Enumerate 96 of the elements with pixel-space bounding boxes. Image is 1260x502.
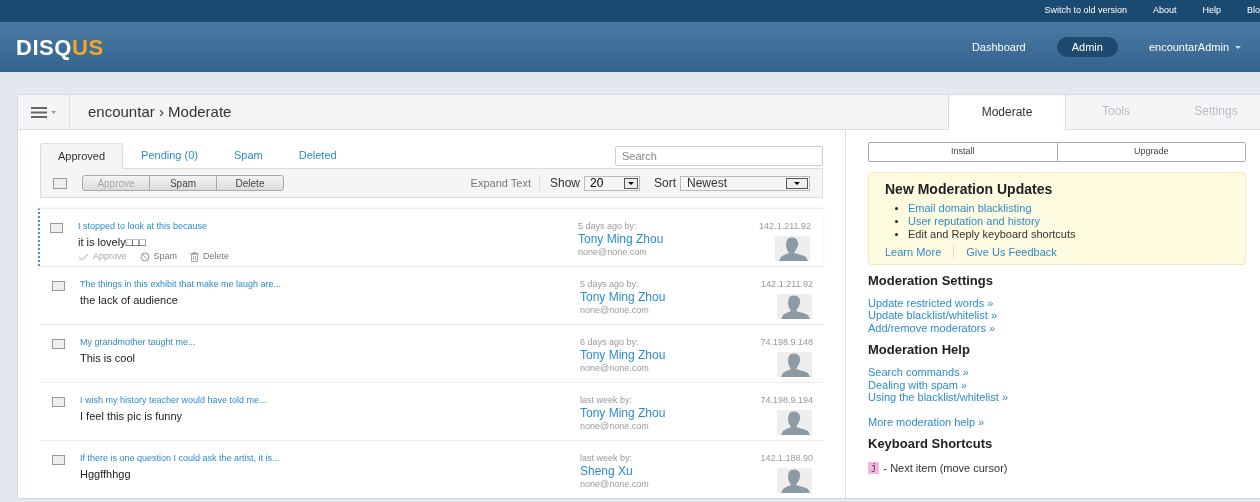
breadcrumb: encountar › Moderate — [87, 101, 233, 122]
comment-row[interactable]: My grandmother taught me... This is cool 6 days ago by: Tony Ming Zhou none@none.com 74.198.9.148 — [40, 324, 823, 382]
nav-link[interactable]: Admin — [1056, 36, 1118, 58]
feedback-link[interactable]: Give Us Feedback — [966, 244, 1057, 261]
update-link[interactable]: User reputation and history — [908, 215, 1041, 228]
ip-address: 74.198.9.148 — [760, 336, 813, 348]
show-dropdown[interactable]: 20 — [584, 175, 640, 191]
comment-checkbox[interactable] — [52, 455, 65, 465]
settings-link[interactable]: Update restricted words » — [868, 296, 994, 309]
menu-icon — [31, 106, 47, 118]
section-heading: Keyboard Shortcuts — [868, 436, 994, 452]
comment-text: the lack of audience — [80, 294, 179, 307]
settings-link[interactable]: Dealing with spam » — [868, 378, 968, 391]
spam-action-link[interactable]: Spam — [139, 250, 178, 264]
bulk-action-button[interactable]: Spam — [149, 175, 217, 191]
section-heading: Moderation Help — [868, 342, 971, 358]
settings-link[interactable]: More moderation help » — [868, 415, 985, 428]
avatar-silhouette-icon — [777, 352, 812, 377]
comment-time: last week by: — [580, 452, 634, 464]
comment-title-link[interactable]: My grandmother taught me... — [80, 336, 580, 348]
top-link[interactable]: Switch to old version — [1044, 4, 1127, 18]
settings-link[interactable]: Search commands » — [868, 366, 969, 379]
comment-row[interactable]: I wish my history teacher would have told me... I feel this pic is funny last week by: Tony Ming Zhou none@none.com 74.198.9.194 — [40, 382, 823, 440]
update-text: Edit and Reply keyboard shortcuts — [908, 228, 1076, 241]
ip-address: 142.1.188.90 — [760, 452, 813, 464]
update-link[interactable]: Email domain blacklisting — [908, 202, 1032, 215]
feedback-link[interactable]: Learn More — [885, 244, 942, 261]
avatar-silhouette-icon — [777, 468, 812, 493]
show-label: Show — [549, 175, 580, 192]
avatar-silhouette-icon — [775, 236, 810, 261]
select-all-checkbox[interactable] — [53, 177, 67, 189]
comment-checkbox[interactable] — [50, 223, 63, 233]
author-link[interactable]: Tony Ming Zhou — [578, 232, 738, 247]
settings-link[interactable]: Using the blacklist/whitelist » — [868, 391, 1008, 404]
comment-checkbox[interactable] — [52, 339, 65, 349]
bullet-icon — [895, 207, 898, 210]
expand-text-link[interactable]: Expand Text — [470, 174, 540, 192]
comment-row[interactable]: The things in this exhibit that make me laugh are... the lack of audience 5 days ago by: Tony Ming Zhou none@none.com 142.1.211.92 — [40, 266, 823, 324]
updates-title: New Moderation Updates — [885, 180, 1054, 198]
section-heading: Moderation Settings — [868, 272, 994, 289]
disqus-logo[interactable]: DISQUS — [16, 30, 104, 64]
nav-link[interactable]: Dashboard — [970, 38, 1027, 56]
top-link[interactable]: About — [1152, 4, 1177, 18]
delete-action-link[interactable]: Delete — [190, 250, 230, 264]
author-email: none@none.com — [580, 363, 650, 373]
sort-label: Sort — [654, 175, 676, 192]
filter-tab[interactable]: Spam — [215, 142, 281, 168]
top-link[interactable]: Help — [1202, 4, 1221, 18]
comment-time: 6 days ago by: — [580, 336, 640, 348]
ip-address: 142.1.211.92 — [761, 278, 813, 290]
nav-link[interactable]: encountarAdmin — [1147, 38, 1242, 56]
settings-link[interactable]: Add/remove moderators » — [868, 321, 996, 334]
check-icon — [78, 252, 89, 261]
comment-row[interactable]: If there is one question I could ask the artist, it is... Hggffhhgg last week by: Sheng Xu none@none.com 142.1.188.90 — [40, 440, 823, 498]
ip-address: 142.1.211.92 — [759, 220, 811, 232]
author-link[interactable]: Tony Ming Zhou — [580, 348, 740, 363]
comment-time: last week by: — [580, 394, 634, 406]
ip-address: 74.198.9.194 — [760, 394, 813, 406]
comment-title-link[interactable]: I wish my history teacher would have told me... — [80, 394, 580, 406]
comment-text: it is lovely□□□ — [78, 236, 147, 249]
filter-tab[interactable]: Approved — [40, 143, 124, 169]
author-email: none@none.com — [580, 479, 650, 489]
comment-checkbox[interactable] — [52, 281, 65, 291]
comment-text: This is cool — [80, 352, 137, 365]
author-email: none@none.com — [580, 421, 650, 431]
avatar-silhouette-icon — [777, 410, 812, 435]
side-button[interactable]: Upgrade — [1056, 143, 1245, 161]
bulk-action-button[interactable]: Delete — [216, 175, 284, 191]
page-tab[interactable]: Moderate — [948, 94, 1066, 130]
author-link[interactable]: Tony Ming Zhou — [580, 406, 740, 421]
shortcut-key: j — [868, 462, 880, 475]
comment-title-link[interactable]: If there is one question I could ask the artist, it is... — [80, 452, 580, 464]
author-email: none@none.com — [578, 247, 648, 257]
avatar-silhouette-icon — [777, 294, 812, 319]
comment-title-link[interactable]: I stopped to look at this because — [78, 220, 578, 232]
author-email: none@none.com — [580, 305, 650, 315]
shortcut-description: - Next item (move cursor) — [883, 461, 1008, 476]
comment-text: Hggffhhgg — [80, 468, 132, 481]
caret-icon — [51, 110, 56, 114]
prohibited-icon — [139, 251, 150, 262]
author-link[interactable]: Sheng Xu — [580, 464, 740, 479]
comment-checkbox[interactable] — [52, 397, 65, 407]
comment-time: 5 days ago by: — [580, 278, 640, 290]
bullet-icon — [895, 233, 898, 236]
comment-title-link[interactable]: The things in this exhibit that make me laugh are... — [80, 278, 580, 290]
trash-icon — [190, 251, 200, 262]
comment-text: I feel this pic is funny — [80, 410, 184, 423]
sort-dropdown[interactable]: Newest — [680, 175, 810, 191]
top-link[interactable]: Blo — [1247, 4, 1260, 18]
filter-tab[interactable]: Deleted — [280, 142, 355, 168]
settings-link[interactable]: Update blacklist/whitelist » — [868, 309, 997, 322]
bullet-icon — [895, 220, 898, 223]
filter-tab[interactable]: Pending (0) — [123, 142, 216, 168]
search-field[interactable]: Search — [615, 146, 823, 166]
author-link[interactable]: Tony Ming Zhou — [580, 290, 740, 305]
comment-time: 5 days ago by: — [578, 220, 638, 232]
